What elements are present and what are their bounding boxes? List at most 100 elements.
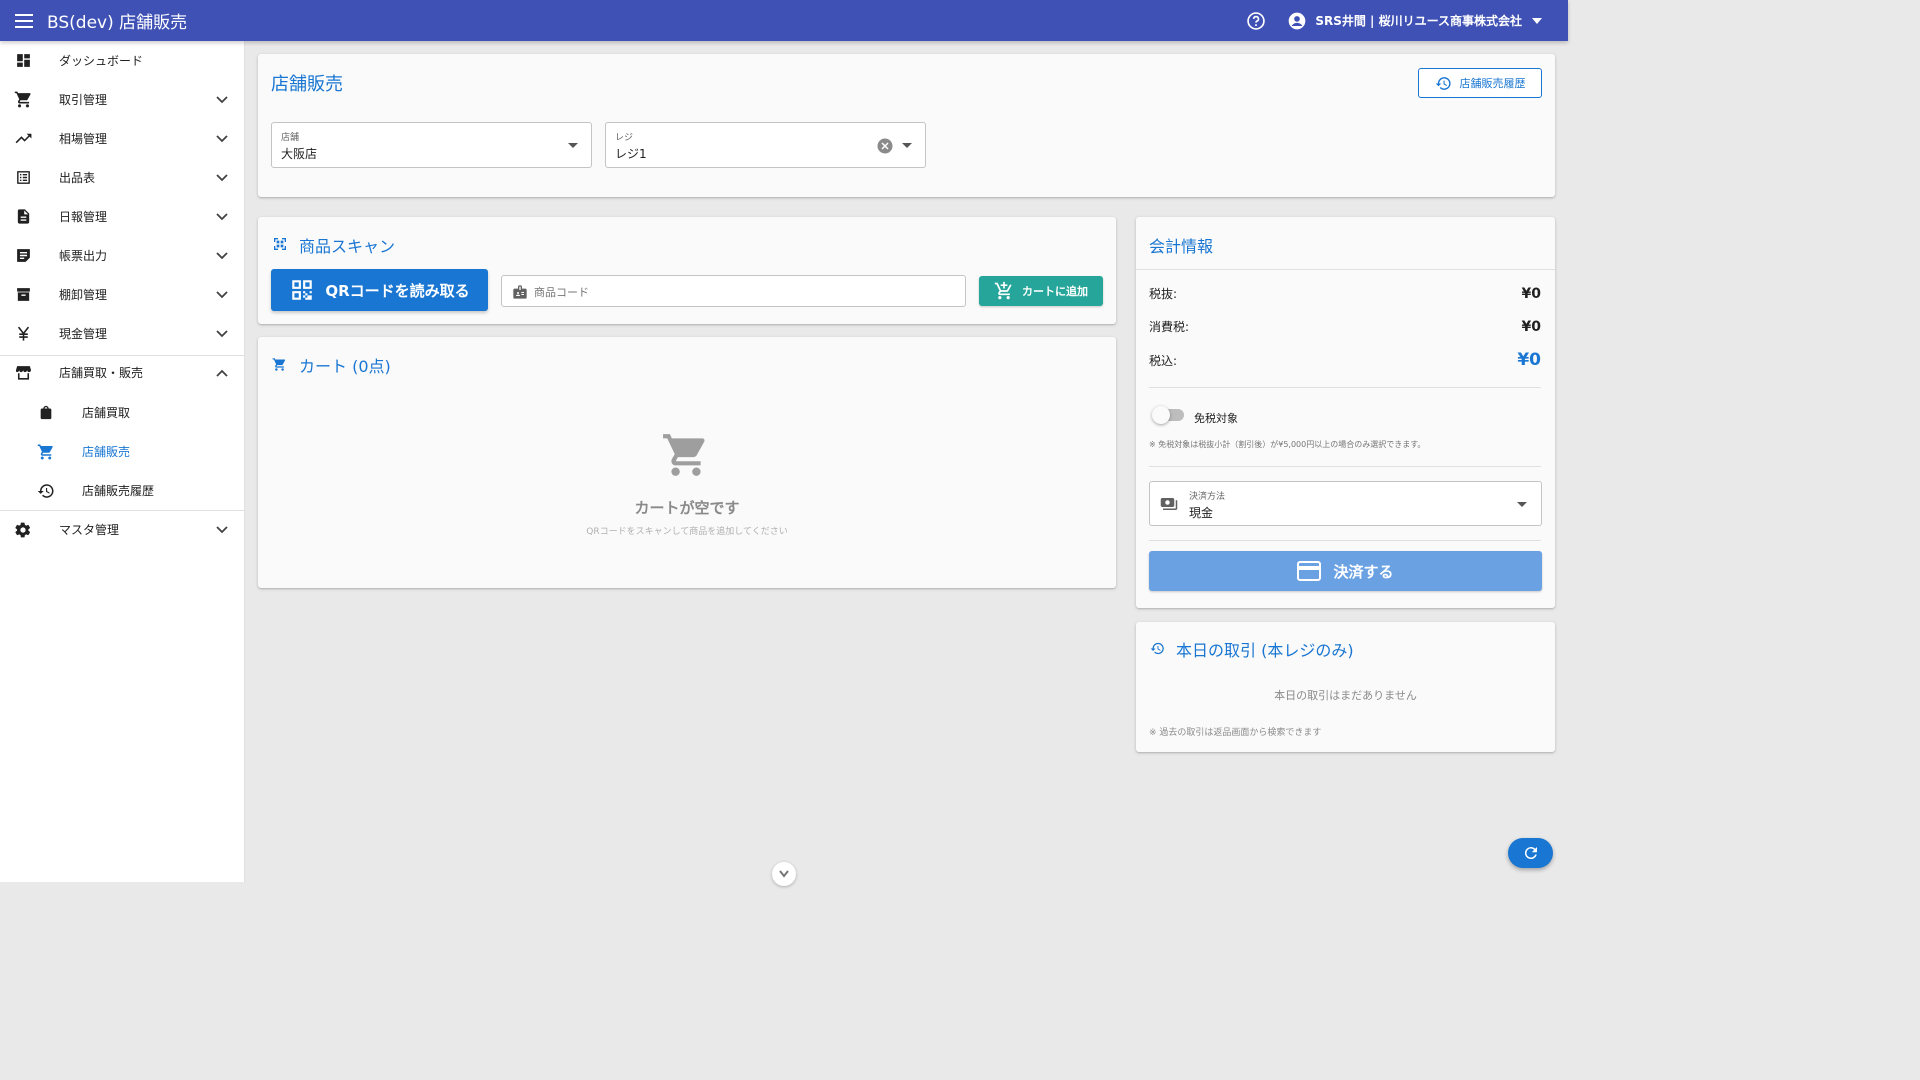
payment-method-value: 現金	[1189, 506, 1214, 520]
chevron-down-icon	[213, 130, 231, 148]
sidebar-item-daily-report[interactable]: 日報管理	[0, 197, 245, 236]
accounting-title: 会計情報	[1149, 237, 1214, 256]
sidebar-item-label: 出品表	[59, 171, 96, 185]
sidebar-item-label: 店舗販売	[82, 445, 131, 459]
checkout-button[interactable]: 決済する	[1149, 551, 1542, 591]
product-code-input[interactable]	[534, 282, 954, 302]
dashboard-icon	[13, 51, 33, 71]
store-icon	[13, 363, 33, 383]
read-qr-button[interactable]: QRコードを読み取る	[271, 269, 488, 311]
dropdown-arrow-icon	[567, 139, 579, 151]
today-note: ※ 過去の取引は返品画面から検索できます	[1149, 728, 1322, 738]
sidebar-item-store-sales-history[interactable]: 店舗販売履歴	[0, 471, 245, 510]
sidebar-item-label: 取引管理	[59, 93, 108, 107]
sidebar-item-label: マスタ管理	[59, 523, 120, 537]
register-select-value: レジ1	[615, 147, 647, 161]
badge-icon	[512, 284, 528, 300]
store-select[interactable]: 店舗 大阪店	[271, 122, 592, 168]
sidebar-item-label: 店舗販売履歴	[82, 484, 155, 498]
credit-card-icon	[1297, 561, 1322, 581]
add-to-cart-label: カートに追加	[1022, 285, 1088, 298]
today-title: 本日の取引 (本レジのみ)	[1176, 641, 1354, 660]
account-name: SRS井間 | 桜川リユース商事株式会社	[1315, 14, 1522, 28]
sidebar-item-inventory[interactable]: 棚卸管理	[0, 275, 245, 314]
subtotal-label: 税抜:	[1149, 287, 1178, 301]
gear-icon	[13, 520, 33, 540]
sidebar-item-label: 帳票出力	[59, 249, 108, 263]
cart-card: カート (0点) カートが空です QRコードをスキャンして商品を追加してください	[258, 337, 1116, 588]
sidebar-item-label: 日報管理	[59, 210, 108, 224]
product-code-field[interactable]	[501, 275, 966, 307]
chevron-up-icon	[213, 364, 231, 382]
dropdown-arrow-icon	[901, 139, 913, 151]
toggle-knob	[1152, 406, 1170, 424]
tax-row: 消費税: ¥0	[1149, 318, 1541, 335]
clear-icon[interactable]	[876, 137, 894, 155]
sales-history-label: 店舗販売履歴	[1459, 77, 1526, 90]
tax-free-note: ※ 免税対象は税抜小計（割引後）が¥5,000円以上の場合のみ選択できます。	[1149, 440, 1426, 449]
page-title: 店舗販売	[271, 74, 343, 95]
history-icon	[1435, 76, 1451, 90]
divider	[1149, 387, 1541, 388]
store-select-label: 店舗	[281, 133, 300, 143]
sidebar-item-store-trade[interactable]: 店舗買取・販売	[0, 353, 245, 392]
sidebar-item-market[interactable]: 相場管理	[0, 119, 245, 158]
app-bar: BS(dev) 店舗販売 SRS井間 | 桜川リユース商事株式会社	[0, 0, 1568, 41]
menu-icon[interactable]	[0, 0, 47, 41]
sidebar-item-label: 現金管理	[59, 327, 108, 341]
sidebar-item-forms[interactable]: 帳票出力	[0, 236, 245, 275]
cart-title: カート (0点)	[299, 357, 391, 376]
today-empty-text: 本日の取引はまだありません	[1274, 689, 1417, 702]
sidebar-item-transactions[interactable]: 取引管理	[0, 80, 245, 119]
yen-icon	[13, 324, 33, 344]
tax-free-toggle[interactable]	[1152, 406, 1184, 424]
read-qr-label: QRコードを読み取る	[325, 281, 470, 300]
page-header-card: 店舗販売 店舗販売履歴 店舗 大阪店 レジ レジ1	[258, 54, 1555, 197]
help-icon[interactable]	[1245, 10, 1267, 32]
tax-free-label: 免税対象	[1194, 412, 1238, 425]
total-value: ¥0	[1517, 350, 1541, 370]
history-icon	[36, 481, 56, 501]
list-icon	[13, 168, 33, 188]
product-scan-card: 商品スキャン QRコードを読み取る カートに追加	[258, 217, 1116, 324]
sidebar-item-label: 店舗買取・販売	[59, 366, 144, 380]
dropdown-arrow-icon	[1516, 498, 1528, 510]
empty-cart-title: カートが空です	[634, 499, 740, 517]
account-circle-icon	[1287, 11, 1307, 31]
add-to-cart-button[interactable]: カートに追加	[979, 276, 1103, 306]
cart-icon	[13, 90, 33, 110]
account-menu[interactable]: SRS井間 | 桜川リユース商事株式会社	[1287, 11, 1544, 31]
sidebar-item-master[interactable]: マスタ管理	[0, 510, 245, 549]
sidebar-item-cash[interactable]: 現金管理	[0, 314, 245, 353]
qr-scan-icon	[272, 236, 288, 256]
add-shopping-cart-icon	[994, 281, 1012, 300]
total-row: 税込: ¥0	[1149, 350, 1541, 370]
dropdown-arrow-icon	[1530, 14, 1544, 28]
sales-history-button[interactable]: 店舗販売履歴	[1418, 68, 1542, 98]
chevron-down-icon	[213, 286, 231, 304]
sidebar-item-dashboard[interactable]: ダッシュボード	[0, 41, 245, 80]
chevron-down-icon	[213, 325, 231, 343]
sidebar-item-label: 棚卸管理	[59, 288, 108, 302]
payment-method-label: 決済方法	[1189, 492, 1226, 502]
sidebar-item-label: ダッシュボード	[59, 54, 144, 68]
today-transactions-card: 本日の取引 (本レジのみ) 本日の取引はまだありません ※ 過去の取引は返品画面…	[1136, 622, 1555, 752]
trending-up-icon	[13, 129, 33, 149]
document-icon	[13, 207, 33, 227]
chevron-down-icon	[213, 208, 231, 226]
chevron-down-icon	[779, 870, 789, 878]
empty-cart-subtitle: QRコードをスキャンして商品を追加してください	[586, 527, 788, 537]
sidebar-item-label: 相場管理	[59, 132, 108, 146]
divider	[1149, 540, 1541, 541]
sidebar-item-store-sales[interactable]: 店舗販売	[0, 432, 245, 471]
refresh-button[interactable]	[1508, 838, 1553, 868]
refresh-icon	[1524, 847, 1537, 860]
sidebar-item-listing[interactable]: 出品表	[0, 158, 245, 197]
chevron-down-icon	[213, 169, 231, 187]
scroll-down-indicator[interactable]	[772, 862, 796, 886]
sidebar-item-store-purchase[interactable]: 店舗買取	[0, 393, 245, 432]
payment-method-select[interactable]: 決済方法 現金	[1149, 481, 1542, 526]
archive-icon	[13, 285, 33, 305]
sidebar-item-label: 店舗買取	[82, 406, 131, 420]
register-select[interactable]: レジ レジ1	[605, 122, 926, 168]
